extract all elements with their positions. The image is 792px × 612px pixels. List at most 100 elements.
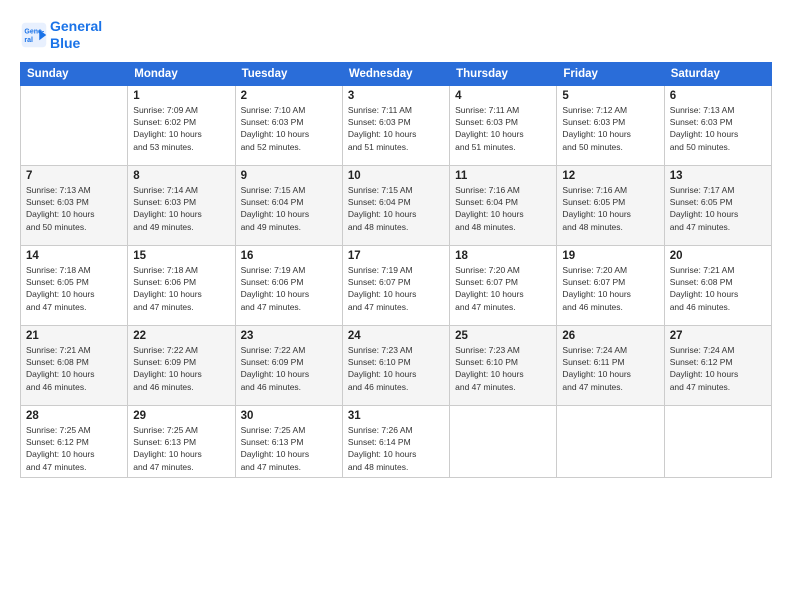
day-info: Sunrise: 7:26 AM Sunset: 6:14 PM Dayligh… — [348, 424, 444, 473]
calendar-cell: 5Sunrise: 7:12 AM Sunset: 6:03 PM Daylig… — [557, 85, 664, 165]
calendar-cell: 11 Sunrise: 7:16 AM Sunset: 6:04 PM Dayli… — [450, 165, 557, 245]
day-number: 15 — [133, 250, 229, 262]
calendar-cell: 20 Sunrise: 7:21 AM Sunset: 6:08 PM Dayli… — [664, 245, 771, 325]
calendar-cell: 8 Sunrise: 7:14 AM Sunset: 6:03 PM Daylig… — [128, 165, 235, 245]
day-info: Sunrise: 7:16 AM Sunset: 6:05 PM Dayligh… — [562, 184, 658, 233]
day-info: Sunrise: 7:10 AM Sunset: 6:03 PM Dayligh… — [241, 104, 337, 153]
day-number: 28 — [26, 410, 122, 422]
weekday-header-thursday: Thursday — [450, 62, 557, 85]
day-info: Sunrise: 7:18 AM Sunset: 6:06 PM Dayligh… — [133, 264, 229, 313]
calendar-cell: 18Sunrise: 7:20 AM Sunset: 6:07 PM Dayli… — [450, 245, 557, 325]
calendar-cell: 15 Sunrise: 7:18 AM Sunset: 6:06 PM Dayli… — [128, 245, 235, 325]
calendar-cell: 9 Sunrise: 7:15 AM Sunset: 6:04 PM Daylig… — [235, 165, 342, 245]
calendar-cell: 10 Sunrise: 7:15 AM Sunset: 6:04 PM Dayli… — [342, 165, 449, 245]
calendar-cell: 26 Sunrise: 7:24 AM Sunset: 6:11 PM Dayli… — [557, 325, 664, 405]
day-info: Sunrise: 7:14 AM Sunset: 6:03 PM Dayligh… — [133, 184, 229, 233]
day-number: 3 — [348, 90, 444, 102]
calendar-cell: 22 Sunrise: 7:22 AM Sunset: 6:09 PM Dayli… — [128, 325, 235, 405]
day-number: 31 — [348, 410, 444, 422]
day-number: 25 — [455, 330, 551, 342]
calendar-cell: 14 Sunrise: 7:18 AM Sunset: 6:05 PM Dayli… — [21, 245, 128, 325]
calendar-cell: 21 Sunrise: 7:21 AM Sunset: 6:08 PM Dayli… — [21, 325, 128, 405]
day-number: 12 — [562, 170, 658, 182]
logo-icon: Gene- ral — [20, 21, 48, 49]
day-info: Sunrise: 7:21 AM Sunset: 6:08 PM Dayligh… — [26, 344, 122, 393]
day-number: 21 — [26, 330, 122, 342]
header: Gene- ral General Blue — [20, 18, 772, 52]
day-info: Sunrise: 7:12 AM Sunset: 6:03 PM Dayligh… — [562, 104, 658, 153]
calendar-cell: 12 Sunrise: 7:16 AM Sunset: 6:05 PM Dayli… — [557, 165, 664, 245]
day-info: Sunrise: 7:23 AM Sunset: 6:10 PM Dayligh… — [348, 344, 444, 393]
day-number: 9 — [241, 170, 337, 182]
calendar-week-1: 1 Sunrise: 7:09 AM Sunset: 6:02 PM Daylig… — [21, 85, 772, 165]
day-info: Sunrise: 7:17 AM Sunset: 6:05 PM Dayligh… — [670, 184, 766, 233]
calendar-cell: 23 Sunrise: 7:22 AM Sunset: 6:09 PM Dayli… — [235, 325, 342, 405]
day-info: Sunrise: 7:11 AM Sunset: 6:03 PM Dayligh… — [455, 104, 551, 153]
day-number: 13 — [670, 170, 766, 182]
calendar-cell: 27Sunrise: 7:24 AM Sunset: 6:12 PM Dayli… — [664, 325, 771, 405]
weekday-header-saturday: Saturday — [664, 62, 771, 85]
day-number: 24 — [348, 330, 444, 342]
calendar-cell — [664, 405, 771, 477]
day-number: 14 — [26, 250, 122, 262]
svg-text:ral: ral — [24, 37, 33, 44]
calendar-body: 1 Sunrise: 7:09 AM Sunset: 6:02 PM Daylig… — [21, 85, 772, 477]
day-info: Sunrise: 7:18 AM Sunset: 6:05 PM Dayligh… — [26, 264, 122, 313]
calendar-cell: 25Sunrise: 7:23 AM Sunset: 6:10 PM Dayli… — [450, 325, 557, 405]
calendar-table: SundayMondayTuesdayWednesdayThursdayFrid… — [20, 62, 772, 478]
day-number: 6 — [670, 90, 766, 102]
day-number: 20 — [670, 250, 766, 262]
day-info: Sunrise: 7:15 AM Sunset: 6:04 PM Dayligh… — [241, 184, 337, 233]
calendar-cell: 3 Sunrise: 7:11 AM Sunset: 6:03 PM Daylig… — [342, 85, 449, 165]
day-number: 11 — [455, 170, 551, 182]
day-info: Sunrise: 7:20 AM Sunset: 6:07 PM Dayligh… — [455, 264, 551, 313]
day-number: 17 — [348, 250, 444, 262]
calendar-cell: 13 Sunrise: 7:17 AM Sunset: 6:05 PM Dayli… — [664, 165, 771, 245]
day-info: Sunrise: 7:19 AM Sunset: 6:07 PM Dayligh… — [348, 264, 444, 313]
calendar-cell: 1 Sunrise: 7:09 AM Sunset: 6:02 PM Daylig… — [128, 85, 235, 165]
day-number: 8 — [133, 170, 229, 182]
day-info: Sunrise: 7:25 AM Sunset: 6:13 PM Dayligh… — [133, 424, 229, 473]
day-number: 1 — [133, 90, 229, 102]
day-info: Sunrise: 7:21 AM Sunset: 6:08 PM Dayligh… — [670, 264, 766, 313]
calendar-week-4: 21 Sunrise: 7:21 AM Sunset: 6:08 PM Dayli… — [21, 325, 772, 405]
day-number: 30 — [241, 410, 337, 422]
calendar-cell: 2 Sunrise: 7:10 AM Sunset: 6:03 PM Daylig… — [235, 85, 342, 165]
logo-text: General Blue — [50, 18, 102, 52]
calendar-cell — [557, 405, 664, 477]
calendar-cell: 29Sunrise: 7:25 AM Sunset: 6:13 PM Dayli… — [128, 405, 235, 477]
calendar-cell — [450, 405, 557, 477]
day-number: 22 — [133, 330, 229, 342]
day-number: 23 — [241, 330, 337, 342]
day-info: Sunrise: 7:22 AM Sunset: 6:09 PM Dayligh… — [133, 344, 229, 393]
day-info: Sunrise: 7:24 AM Sunset: 6:11 PM Dayligh… — [562, 344, 658, 393]
weekday-header-monday: Monday — [128, 62, 235, 85]
day-info: Sunrise: 7:09 AM Sunset: 6:02 PM Dayligh… — [133, 104, 229, 153]
calendar-cell: 28Sunrise: 7:25 AM Sunset: 6:12 PM Dayli… — [21, 405, 128, 477]
calendar-cell — [21, 85, 128, 165]
calendar-cell: 6 Sunrise: 7:13 AM Sunset: 6:03 PM Daylig… — [664, 85, 771, 165]
day-info: Sunrise: 7:25 AM Sunset: 6:13 PM Dayligh… — [241, 424, 337, 473]
page: Gene- ral General Blue SundayMondayTuesd… — [0, 0, 792, 612]
calendar-week-5: 28Sunrise: 7:25 AM Sunset: 6:12 PM Dayli… — [21, 405, 772, 477]
calendar-cell: 24 Sunrise: 7:23 AM Sunset: 6:10 PM Dayli… — [342, 325, 449, 405]
weekday-header-wednesday: Wednesday — [342, 62, 449, 85]
calendar-cell: 31 Sunrise: 7:26 AM Sunset: 6:14 PM Dayli… — [342, 405, 449, 477]
day-number: 16 — [241, 250, 337, 262]
day-info: Sunrise: 7:20 AM Sunset: 6:07 PM Dayligh… — [562, 264, 658, 313]
calendar-cell: 4 Sunrise: 7:11 AM Sunset: 6:03 PM Daylig… — [450, 85, 557, 165]
day-info: Sunrise: 7:22 AM Sunset: 6:09 PM Dayligh… — [241, 344, 337, 393]
day-info: Sunrise: 7:11 AM Sunset: 6:03 PM Dayligh… — [348, 104, 444, 153]
day-info: Sunrise: 7:16 AM Sunset: 6:04 PM Dayligh… — [455, 184, 551, 233]
calendar-cell: 30 Sunrise: 7:25 AM Sunset: 6:13 PM Dayli… — [235, 405, 342, 477]
day-number: 27 — [670, 330, 766, 342]
day-info: Sunrise: 7:15 AM Sunset: 6:04 PM Dayligh… — [348, 184, 444, 233]
day-number: 4 — [455, 90, 551, 102]
day-number: 2 — [241, 90, 337, 102]
day-number: 26 — [562, 330, 658, 342]
day-info: Sunrise: 7:13 AM Sunset: 6:03 PM Dayligh… — [670, 104, 766, 153]
day-number: 10 — [348, 170, 444, 182]
calendar-cell: 16Sunrise: 7:19 AM Sunset: 6:06 PM Dayli… — [235, 245, 342, 325]
calendar-week-2: 7Sunrise: 7:13 AM Sunset: 6:03 PM Daylig… — [21, 165, 772, 245]
calendar-cell: 17 Sunrise: 7:19 AM Sunset: 6:07 PM Dayli… — [342, 245, 449, 325]
